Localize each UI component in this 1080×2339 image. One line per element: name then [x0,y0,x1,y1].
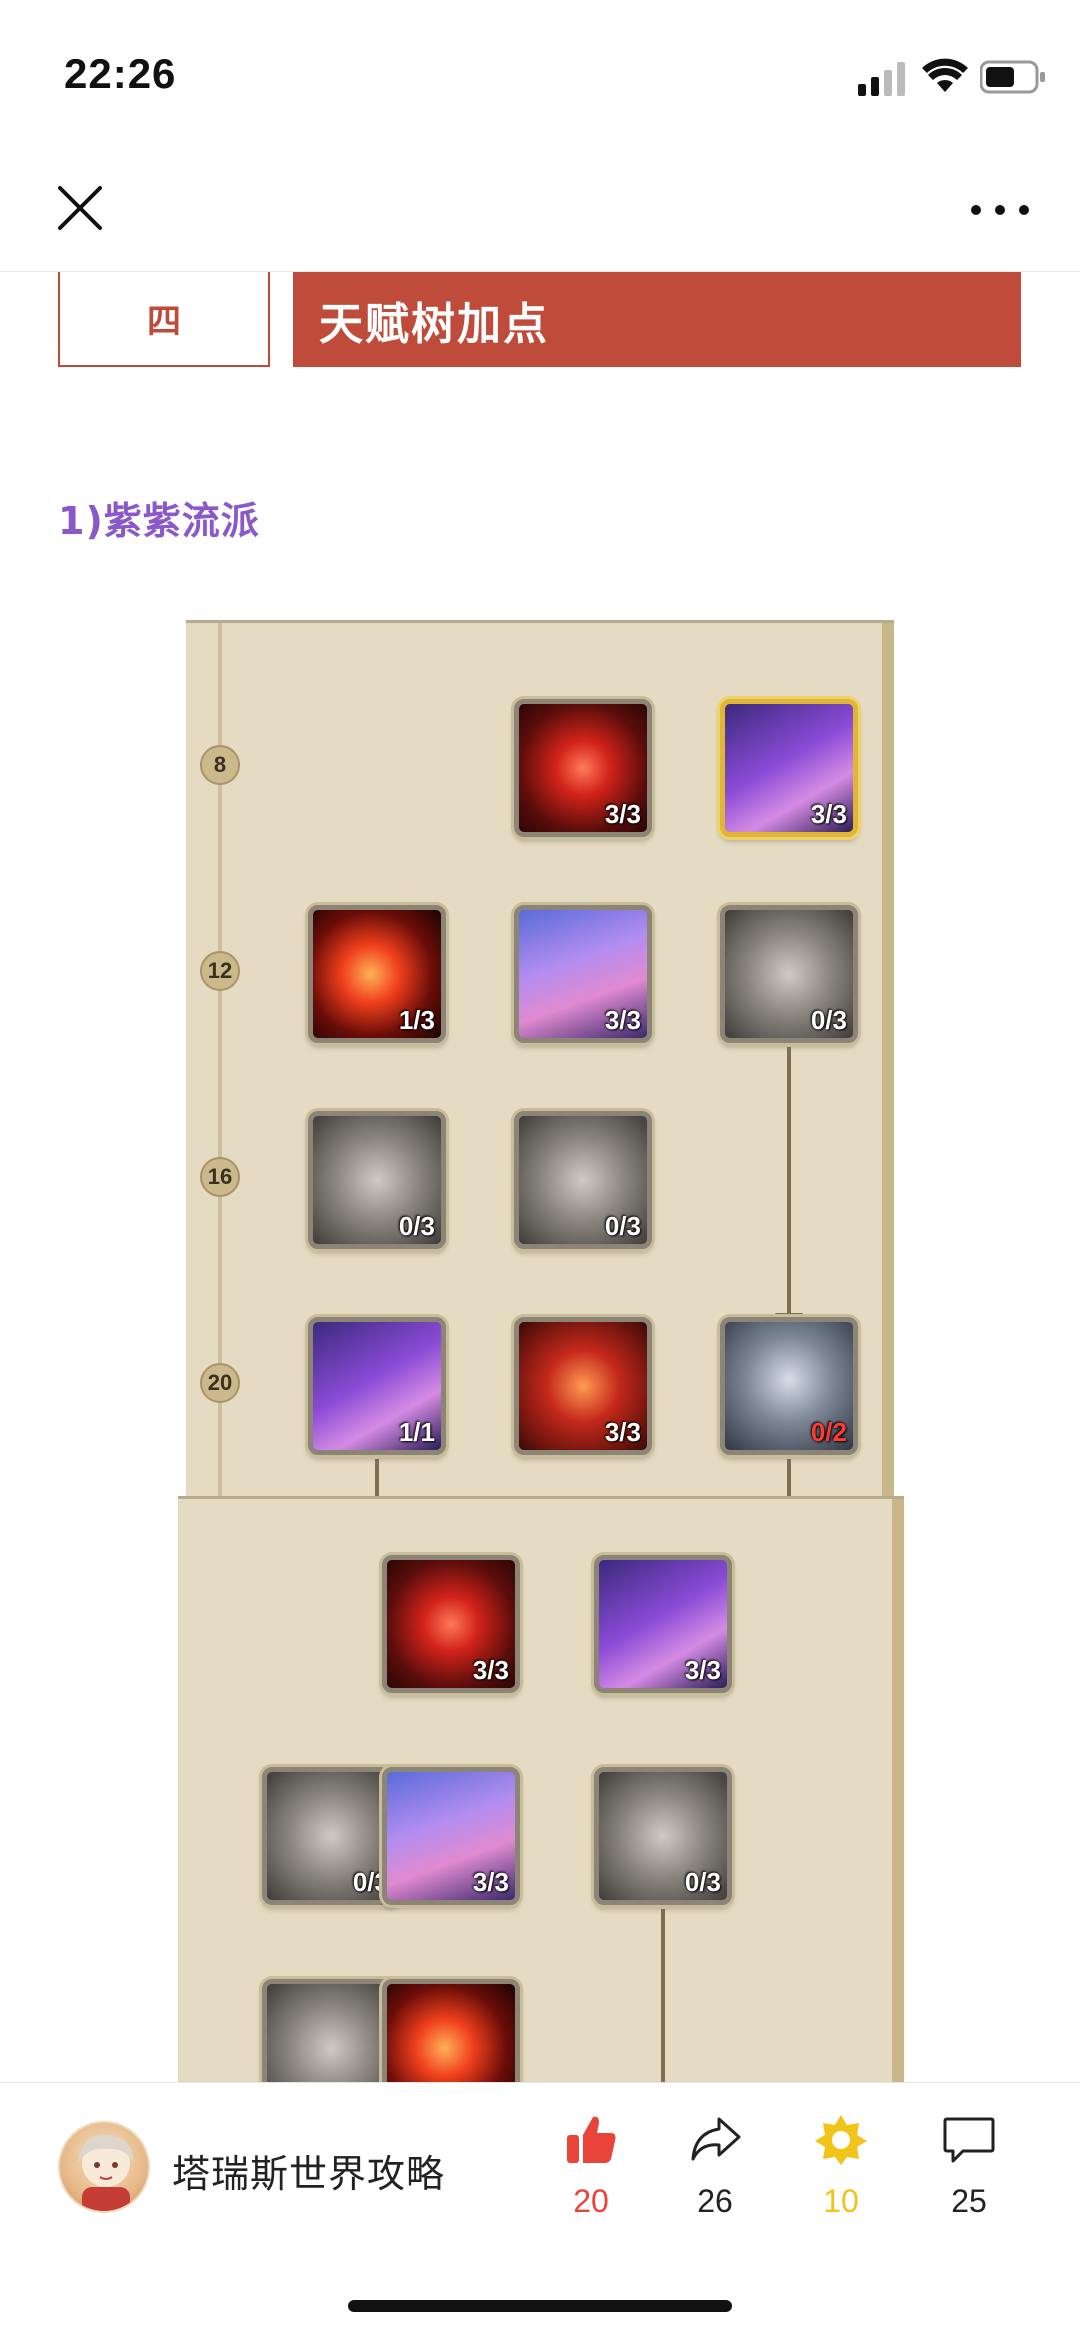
skill-count: 3/3 [684,1655,721,1685]
grey-swirl-icon [267,1984,395,2082]
comment-bubble-icon [943,2117,995,2163]
article-content: 四 天赋树加点 1)紫紫流派 8 12 16 20 3/3 3/3 1/3 3/… [0,272,1080,2082]
talent-tree-image-1: 8 12 16 20 3/3 3/3 1/3 3/3 0/3 0/3 0/3 1… [186,620,894,1496]
skill-count: 1/1 [398,1417,435,1447]
level-badge: 12 [200,951,240,991]
avatar-character-icon [78,2134,134,2211]
star-count: 10 [823,2183,859,2219]
thumbs-up-icon [567,2116,616,2163]
skill-count: 0/3 [398,1211,435,1241]
account-avatar[interactable] [58,2121,150,2213]
image-border [892,1499,904,2082]
share-icon [691,2117,741,2161]
level-badge: 8 [200,745,240,785]
skill-fire-note[interactable] [382,1979,520,2082]
skill-harp[interactable]: 1/1 [308,1317,446,1455]
skill-red-rune[interactable]: 3/3 [382,1555,520,1693]
skill-count: 0/3 [604,1211,641,1241]
account-name[interactable]: 塔瑞斯世界攻略 [172,2143,445,2198]
share-button[interactable]: 26 [660,2111,770,2231]
skill-grey-swirl[interactable]: 0/3 [308,1111,446,1249]
skill-grey-note[interactable]: 0/3 [514,1111,652,1249]
level-badge: 20 [200,1363,240,1403]
home-indicator[interactable] [348,2300,732,2312]
battery-icon [980,60,1045,94]
skill-mage[interactable]: 3/3 [382,1767,520,1905]
talent-tree-image-2: 3/3 3/3 0/3 3/3 0/3 [178,1496,904,2082]
star-flower-icon [815,2115,867,2165]
skill-count: 3/3 [604,1005,641,1035]
prerequisite-arrow [661,1909,665,2082]
skill-count: 0/3 [684,1867,721,1897]
skill-count: 3/3 [604,799,641,829]
skill-grey-swirl[interactable] [262,1979,400,2082]
status-bar: 22:26 [0,0,1080,150]
favorite-button[interactable]: 10 [786,2111,896,2231]
skill-grey-harp[interactable]: 0/3 [720,905,858,1043]
more-options-icon[interactable] [960,190,1040,230]
skill-count: 3/3 [810,799,847,829]
nav-bar [0,150,1080,272]
subsection-title: 1)紫紫流派 [58,499,260,543]
skill-count: 0/3 [810,1005,847,1035]
skill-grey-fire-ring[interactable]: 0/3 [262,1767,400,1905]
status-time: 22:26 [64,50,177,97]
prerequisite-arrow [787,1047,791,1317]
like-button[interactable]: 20 [536,2111,646,2231]
skill-grey-harp[interactable]: 0/3 [594,1767,732,1905]
skill-hourglass[interactable]: 0/2 [720,1317,858,1455]
skill-harp-selected[interactable]: 3/3 [720,699,858,837]
share-count: 26 [697,2183,733,2219]
skill-fire-ring[interactable]: 1/3 [308,905,446,1043]
skill-harp[interactable]: 3/3 [594,1555,732,1693]
level-badge: 16 [200,1157,240,1197]
skill-count: 1/3 [398,1005,435,1035]
comment-count: 25 [951,2183,987,2219]
close-icon[interactable] [52,180,108,236]
cellular-signal-icon [858,62,905,96]
fire-note-icon [387,1984,515,2082]
skill-mage[interactable]: 3/3 [514,905,652,1043]
skill-count: 3/3 [604,1417,641,1447]
skill-count: 3/3 [472,1655,509,1685]
image-border [882,623,894,1496]
section-number: 四 [58,272,270,367]
skill-count: 3/3 [472,1867,509,1897]
connector-line [787,1459,791,1496]
wifi-icon [922,58,968,92]
section-title: 天赋树加点 [293,272,1021,367]
like-count: 20 [573,2183,609,2219]
skill-dna-helix[interactable]: 3/3 [514,1317,652,1455]
connector-line [375,1459,379,1496]
comment-button[interactable]: 25 [914,2111,1024,2231]
skill-count: 0/2 [810,1417,847,1447]
skill-red-rune[interactable]: 3/3 [514,699,652,837]
